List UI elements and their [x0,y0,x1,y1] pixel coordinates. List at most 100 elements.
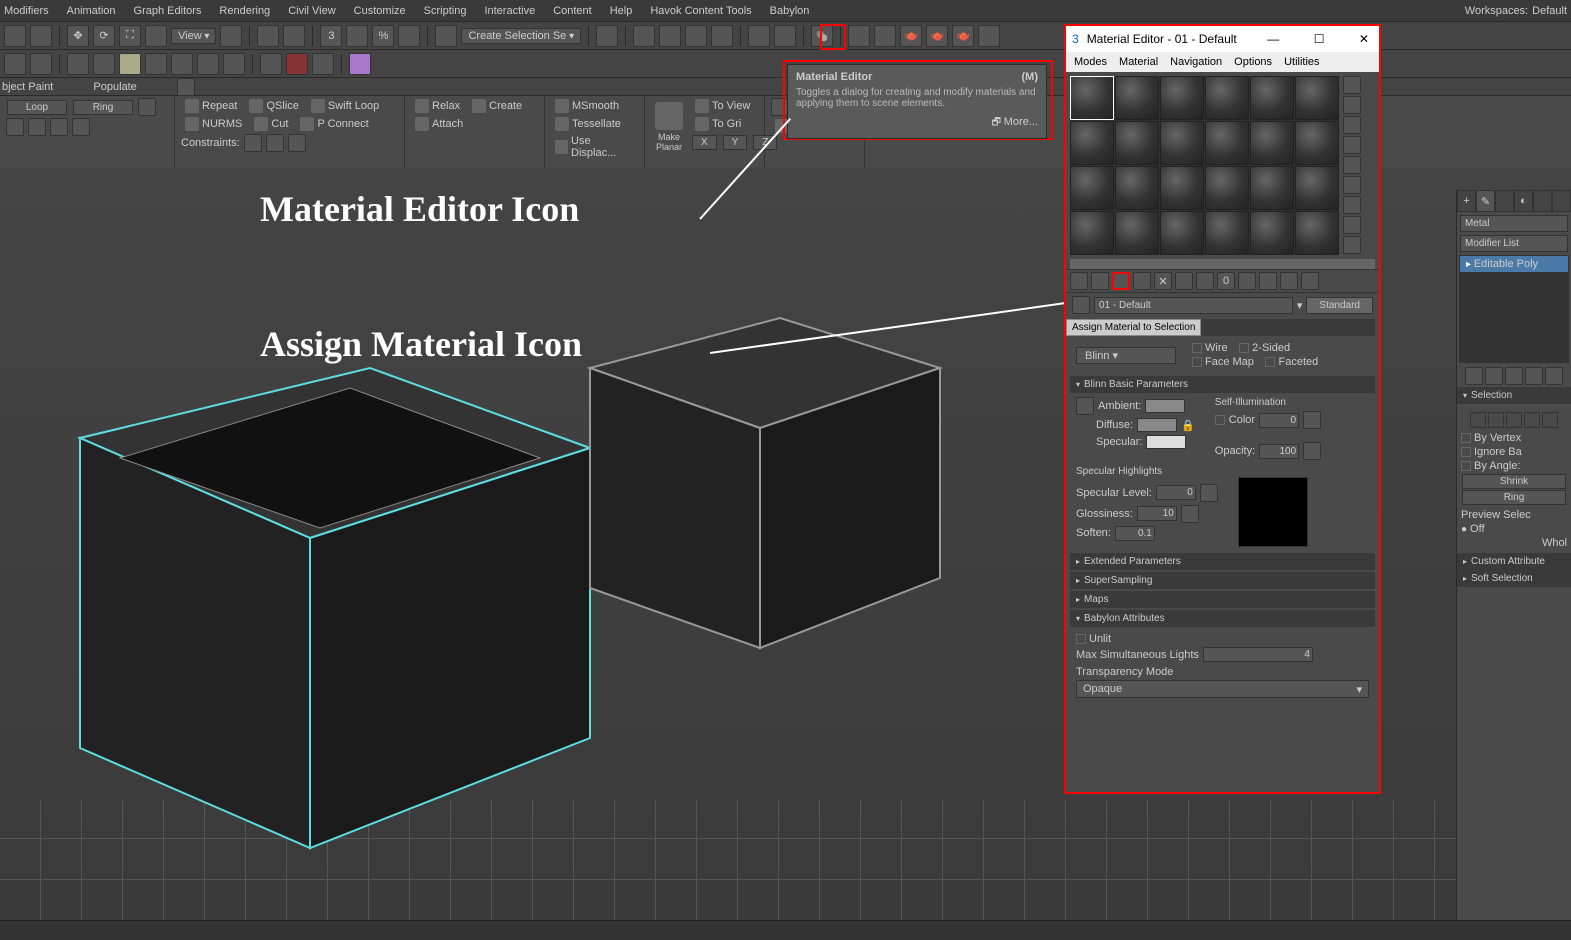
element-subobj-icon[interactable] [1542,412,1558,428]
nurms-button[interactable]: NURMS [181,116,246,132]
tool12-icon[interactable] [312,53,334,75]
byangle-checkbox[interactable] [1461,461,1471,471]
render-activeshade-icon[interactable]: 🫖 [952,25,974,47]
editable-poly-item[interactable]: ▸ Editable Poly [1460,256,1568,272]
tool11-icon[interactable] [286,53,308,75]
render-production-icon[interactable]: 🫖 [900,25,922,47]
mat-slot-13[interactable] [1070,166,1114,210]
gloss-map-icon[interactable] [1181,505,1199,523]
make-copy-icon[interactable]: ✕ [1154,272,1172,290]
layers-icon[interactable] [659,25,681,47]
cut-button[interactable]: Cut [250,116,292,132]
mat-slot-1[interactable] [1070,76,1114,120]
mat-slot-4[interactable] [1205,76,1249,120]
select-manipulate-icon[interactable] [257,25,279,47]
byvertex-checkbox[interactable] [1461,433,1471,443]
tool3-icon[interactable] [67,53,89,75]
material-type-button[interactable]: Standard [1306,297,1373,314]
move-icon[interactable]: ✥ [67,25,89,47]
opacity-spinner[interactable]: 100 [1259,444,1299,459]
transparency-mode-dropdown[interactable]: Opaque ▾ [1076,680,1369,698]
align-y-button[interactable]: Y [723,135,748,150]
render-cloud-icon[interactable] [978,25,1000,47]
percent-snap-icon[interactable]: % [372,25,394,47]
pick-material-icon[interactable] [1072,296,1090,314]
render-setup-icon[interactable] [848,25,870,47]
facemap-checkbox[interactable] [1192,357,1202,367]
menu-scripting[interactable]: Scripting [424,5,467,17]
close-button[interactable]: ✕ [1355,32,1373,46]
background-icon[interactable] [1343,116,1361,134]
menu-animation[interactable]: Animation [67,5,116,17]
menu-content[interactable]: Content [553,5,592,17]
object-paint-tab[interactable]: bject Paint [2,81,53,93]
menu-havok[interactable]: Havok Content Tools [650,5,751,17]
populate-tab[interactable]: Populate [93,81,136,93]
tool5-icon[interactable] [119,53,141,75]
mat-slot-6[interactable] [1295,76,1339,120]
wire-checkbox[interactable] [1192,343,1202,353]
mat-slot-18[interactable] [1295,166,1339,210]
get-material-icon[interactable] [1070,272,1088,290]
material-name-input[interactable]: 01 - Default [1094,297,1293,314]
mat-menu-options[interactable]: Options [1234,56,1272,68]
mat-slot-22[interactable] [1205,211,1249,255]
create-button[interactable]: Create [468,98,526,114]
populate-icon[interactable] [177,78,195,96]
tool7-icon[interactable] [171,53,193,75]
selfillum-color-checkbox[interactable] [1215,415,1225,425]
reset-map-icon[interactable] [1133,272,1151,290]
go-to-parent-icon[interactable] [1280,272,1298,290]
sel-icon5[interactable] [72,118,90,136]
material-editor-icon[interactable] [811,25,833,47]
sel-icon4[interactable] [50,118,68,136]
tool2-icon[interactable] [30,53,52,75]
mat-slot-5[interactable] [1250,76,1294,120]
make-preview-icon[interactable] [1343,176,1361,194]
schematic-view-icon[interactable] [774,25,796,47]
shrink-button[interactable]: Shrink [1462,474,1566,489]
mat-slot-11[interactable] [1250,121,1294,165]
faceted-checkbox[interactable] [1265,357,1275,367]
mat-slot-14[interactable] [1115,166,1159,210]
mat-slot-21[interactable] [1160,211,1204,255]
create-tab-icon[interactable]: + [1457,190,1476,212]
ambient-lock-icon[interactable] [1076,397,1094,415]
slot-count-icon[interactable] [1343,236,1361,254]
mat-slot-3[interactable] [1160,76,1204,120]
mat-slot-20[interactable] [1115,211,1159,255]
show-end-result-icon[interactable] [1259,272,1277,290]
tool10-icon[interactable] [260,53,282,75]
tool4-icon[interactable] [93,53,115,75]
toview-button[interactable]: To View [691,98,754,114]
usedisplace-button[interactable]: Use Displac... [551,134,638,160]
loop-button[interactable]: Loop [7,100,67,115]
twosided-checkbox[interactable] [1239,343,1249,353]
pconnect-button[interactable]: P Connect [296,116,372,132]
object-name-field[interactable]: Metal [1460,215,1568,232]
placement-icon[interactable] [145,25,167,47]
border-subobj-icon[interactable] [1506,412,1522,428]
put-to-library-icon[interactable] [1196,272,1214,290]
menu-interactive[interactable]: Interactive [484,5,535,17]
mat-slot-19[interactable] [1070,211,1114,255]
mat-menu-modes[interactable]: Modes [1074,56,1107,68]
display-tab-icon[interactable] [1533,190,1552,212]
align-icon[interactable] [633,25,655,47]
constraint-edge-icon[interactable] [266,134,284,152]
layer-explorer-icon[interactable] [685,25,707,47]
mat-menu-material[interactable]: Material [1119,56,1158,68]
diffuse-lock-icon[interactable]: 🔒 [1181,419,1195,432]
make-planar-button[interactable]: Make Planar [651,98,687,156]
tool13-icon[interactable] [349,53,371,75]
togrid-button[interactable]: To Gri [691,116,745,132]
snap-icon[interactable]: 3 [320,25,342,47]
constraint-face-icon[interactable] [288,134,306,152]
rotate-icon[interactable]: ⟳ [93,25,115,47]
poly-subobj-icon[interactable] [1524,412,1540,428]
put-to-scene-icon[interactable] [1091,272,1109,290]
gloss-spinner[interactable]: 10 [1137,506,1177,521]
select-region-icon[interactable] [30,25,52,47]
backlight-icon[interactable] [1343,96,1361,114]
edit-named-sel-icon[interactable] [435,25,457,47]
